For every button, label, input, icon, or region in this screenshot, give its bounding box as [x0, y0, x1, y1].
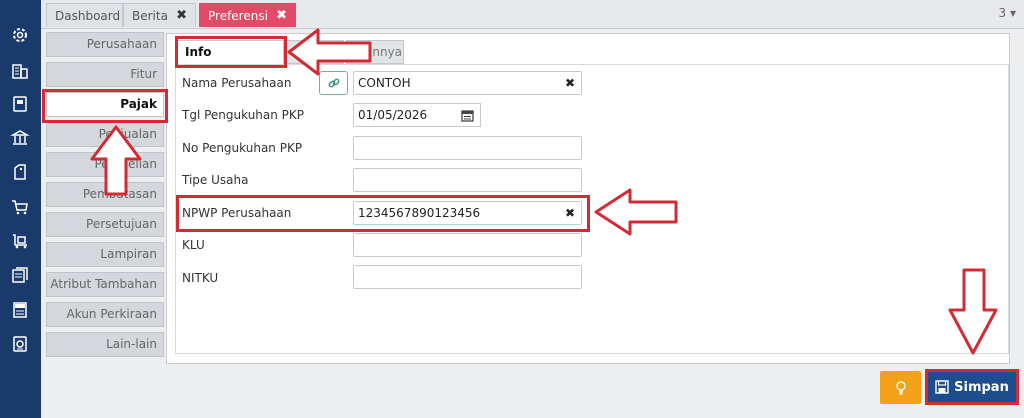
nama-perusahaan-value: CONTOH [358, 76, 411, 90]
nav-item-pembatasan[interactable]: Pembatasan [46, 182, 164, 207]
calendar-icon [461, 109, 474, 122]
nav-item-lampiran[interactable]: Lampiran [46, 242, 164, 267]
clear-icon[interactable]: ✖ [565, 72, 575, 94]
save-button[interactable]: Simpan [925, 369, 1019, 405]
tgl-pengukuhan-field[interactable]: 01/05/2026 [353, 103, 456, 127]
cart-icon[interactable] [9, 196, 31, 218]
tax-icon[interactable] [9, 299, 31, 321]
nav-item-pembelian[interactable]: Pembelian [46, 152, 164, 177]
close-icon[interactable]: ✖ [176, 8, 187, 23]
building-icon[interactable] [9, 60, 31, 82]
delivery-icon[interactable] [9, 230, 31, 252]
label-nitku: NITKU [182, 271, 219, 285]
nav-item-persetujuan[interactable]: Persetujuan [46, 212, 164, 237]
tab-label: Preferensi [208, 8, 268, 23]
tip-button[interactable] [880, 371, 921, 404]
tab-dashboard[interactable]: Dashboard [46, 3, 123, 27]
tab-berita[interactable]: Berita ✖ [123, 3, 196, 27]
nav-item-penjualan[interactable]: Penjualan [46, 122, 164, 147]
bank-icon[interactable] [9, 127, 31, 149]
tag-icon[interactable] [9, 161, 31, 183]
app-sidebar [0, 0, 41, 418]
klu-field[interactable] [353, 233, 582, 257]
nav-item-akun-perkiraan[interactable]: Akun Perkiraan [46, 302, 164, 327]
close-icon[interactable]: ✖ [276, 8, 287, 23]
label-klu: KLU [182, 238, 205, 252]
link-button[interactable] [319, 71, 348, 95]
label-no-pengukuhan: No Pengukuhan PKP [182, 141, 303, 155]
label-tipe-usaha: Tipe Usaha [182, 173, 249, 187]
nav-item-perusahaan[interactable]: Perusahaan [46, 32, 164, 57]
tab-label: Berita [132, 8, 168, 23]
preferences-nav: Perusahaan Fitur Pajak Penjualan Pembeli… [44, 30, 166, 360]
save-icon [935, 380, 949, 394]
nav-item-fitur[interactable]: Fitur [46, 62, 164, 87]
tipe-usaha-field[interactable] [353, 168, 582, 192]
lightbulb-icon [895, 380, 906, 395]
book-icon[interactable] [9, 93, 31, 115]
tab-count[interactable]: 3 ▾ [999, 6, 1016, 20]
link-icon [328, 78, 339, 88]
nitku-field[interactable] [353, 265, 582, 289]
gear-icon[interactable] [9, 24, 31, 46]
annotation-box-pajak [42, 89, 168, 123]
nama-perusahaan-field[interactable]: CONTOH ✖ [353, 71, 582, 95]
label-tgl-pengukuhan: Tgl Pengukuhan PKP [182, 108, 305, 122]
nav-item-atribut-tambahan[interactable]: Atribut Tambahan [46, 272, 164, 297]
annotation-box-info-perusahaan [175, 36, 287, 68]
calendar-button[interactable] [455, 103, 481, 127]
subtab-lainnya[interactable]: Lainnya [346, 40, 404, 64]
no-pengukuhan-field[interactable] [353, 136, 582, 160]
tab-bar: Dashboard Berita ✖ Preferensi ✖ 3 ▾ [41, 0, 1024, 29]
tab-preferensi[interactable]: Preferensi ✖ [199, 3, 296, 27]
tgl-pengukuhan-value: 01/05/2026 [358, 108, 428, 122]
nav-item-lain-lain[interactable]: Lain-lain [46, 332, 164, 357]
report-icon[interactable] [9, 264, 31, 286]
tab-label: Dashboard [55, 8, 121, 23]
calculator-icon[interactable] [9, 333, 31, 355]
label-nama-perusahaan: Nama Perusahaan [182, 76, 292, 90]
subtab-alamat[interactable]: Alamat [286, 40, 344, 64]
save-label: Simpan [954, 379, 1009, 395]
annotation-box-npwp [176, 195, 590, 232]
